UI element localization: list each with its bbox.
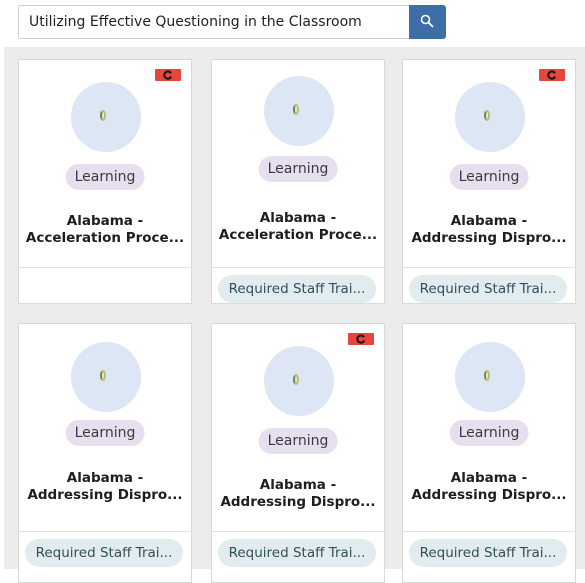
loading-spinner-icon bbox=[293, 104, 299, 115]
card-divider bbox=[403, 531, 575, 532]
learning-badge: Learning bbox=[449, 164, 529, 190]
course-thumbnail bbox=[455, 82, 525, 152]
course-title-line2: Acceleration Proce... bbox=[218, 227, 378, 243]
course-title: Alabama - Addressing Dispro... bbox=[23, 470, 187, 504]
course-title-line2: Addressing Dispro... bbox=[220, 494, 376, 510]
learning-badge: Learning bbox=[449, 420, 529, 446]
refresh-icon bbox=[163, 70, 173, 80]
course-thumbnail bbox=[264, 346, 334, 416]
required-staff-training-tag[interactable]: Required Staff Trai... bbox=[25, 539, 183, 567]
course-title-line1: Alabama - bbox=[450, 470, 528, 486]
refresh-icon bbox=[547, 70, 557, 80]
loading-spinner-icon bbox=[100, 110, 106, 121]
course-card[interactable]: Learning Alabama - Addressing Dispro... … bbox=[18, 323, 192, 583]
course-card[interactable]: Learning Alabama - Addressing Dispro... … bbox=[211, 323, 385, 583]
learning-badge: Learning bbox=[65, 164, 145, 190]
course-title-line2: Addressing Dispro... bbox=[411, 230, 567, 246]
flag-badge bbox=[155, 69, 181, 81]
course-title: Alabama - Addressing Dispro... bbox=[407, 213, 571, 247]
required-staff-training-tag[interactable]: Required Staff Trai... bbox=[218, 539, 376, 567]
required-staff-training-tag[interactable]: Required Staff Trai... bbox=[218, 275, 376, 303]
loading-spinner-icon bbox=[293, 374, 299, 385]
card-divider bbox=[19, 267, 191, 268]
learning-badge: Learning bbox=[258, 428, 338, 454]
course-title-line1: Alabama - bbox=[450, 213, 528, 229]
search-input[interactable]: Utilizing Effective Questioning in the C… bbox=[18, 5, 410, 39]
search-bar: Utilizing Effective Questioning in the C… bbox=[18, 5, 446, 39]
course-title-line1: Alabama - bbox=[66, 213, 144, 229]
card-divider bbox=[403, 267, 575, 268]
course-card[interactable]: Learning Alabama - Acceleration Proce...… bbox=[211, 59, 385, 304]
course-title: Alabama - Acceleration Proce... bbox=[216, 210, 380, 244]
course-title-line2: Acceleration Proce... bbox=[25, 230, 185, 246]
card-divider bbox=[212, 267, 384, 268]
course-title: Alabama - Addressing Dispro... bbox=[407, 470, 571, 504]
required-staff-training-tag[interactable]: Required Staff Trai... bbox=[409, 275, 567, 303]
course-card[interactable]: Learning Alabama - Addressing Dispro... … bbox=[402, 59, 576, 304]
course-thumbnail bbox=[71, 342, 141, 412]
course-card[interactable]: Learning Alabama - Acceleration Proce... bbox=[18, 59, 192, 304]
loading-spinner-icon bbox=[484, 110, 490, 121]
course-title-line1: Alabama - bbox=[259, 477, 337, 493]
course-card[interactable]: Learning Alabama - Addressing Dispro... … bbox=[402, 323, 576, 583]
course-title: Alabama - Acceleration Proce... bbox=[23, 213, 187, 247]
refresh-icon bbox=[356, 334, 366, 344]
course-thumbnail bbox=[71, 82, 141, 152]
course-title-line1: Alabama - bbox=[259, 210, 337, 226]
course-thumbnail bbox=[264, 76, 334, 146]
course-title-line2: Addressing Dispro... bbox=[411, 487, 567, 503]
card-divider bbox=[19, 531, 191, 532]
course-title: Alabama - Addressing Dispro... bbox=[216, 477, 380, 511]
required-staff-training-tag[interactable]: Required Staff Trai... bbox=[409, 539, 567, 567]
flag-badge bbox=[348, 333, 374, 345]
loading-spinner-icon bbox=[100, 370, 106, 381]
search-button[interactable] bbox=[409, 5, 446, 39]
flag-badge bbox=[539, 69, 565, 81]
search-icon bbox=[420, 14, 434, 28]
course-title-line2: Addressing Dispro... bbox=[27, 487, 183, 503]
card-divider bbox=[212, 531, 384, 532]
course-thumbnail bbox=[455, 342, 525, 412]
course-title-line1: Alabama - bbox=[66, 470, 144, 486]
learning-badge: Learning bbox=[65, 420, 145, 446]
loading-spinner-icon bbox=[484, 370, 490, 381]
course-grid: Learning Alabama - Acceleration Proce...… bbox=[4, 47, 585, 583]
learning-badge: Learning bbox=[258, 156, 338, 182]
